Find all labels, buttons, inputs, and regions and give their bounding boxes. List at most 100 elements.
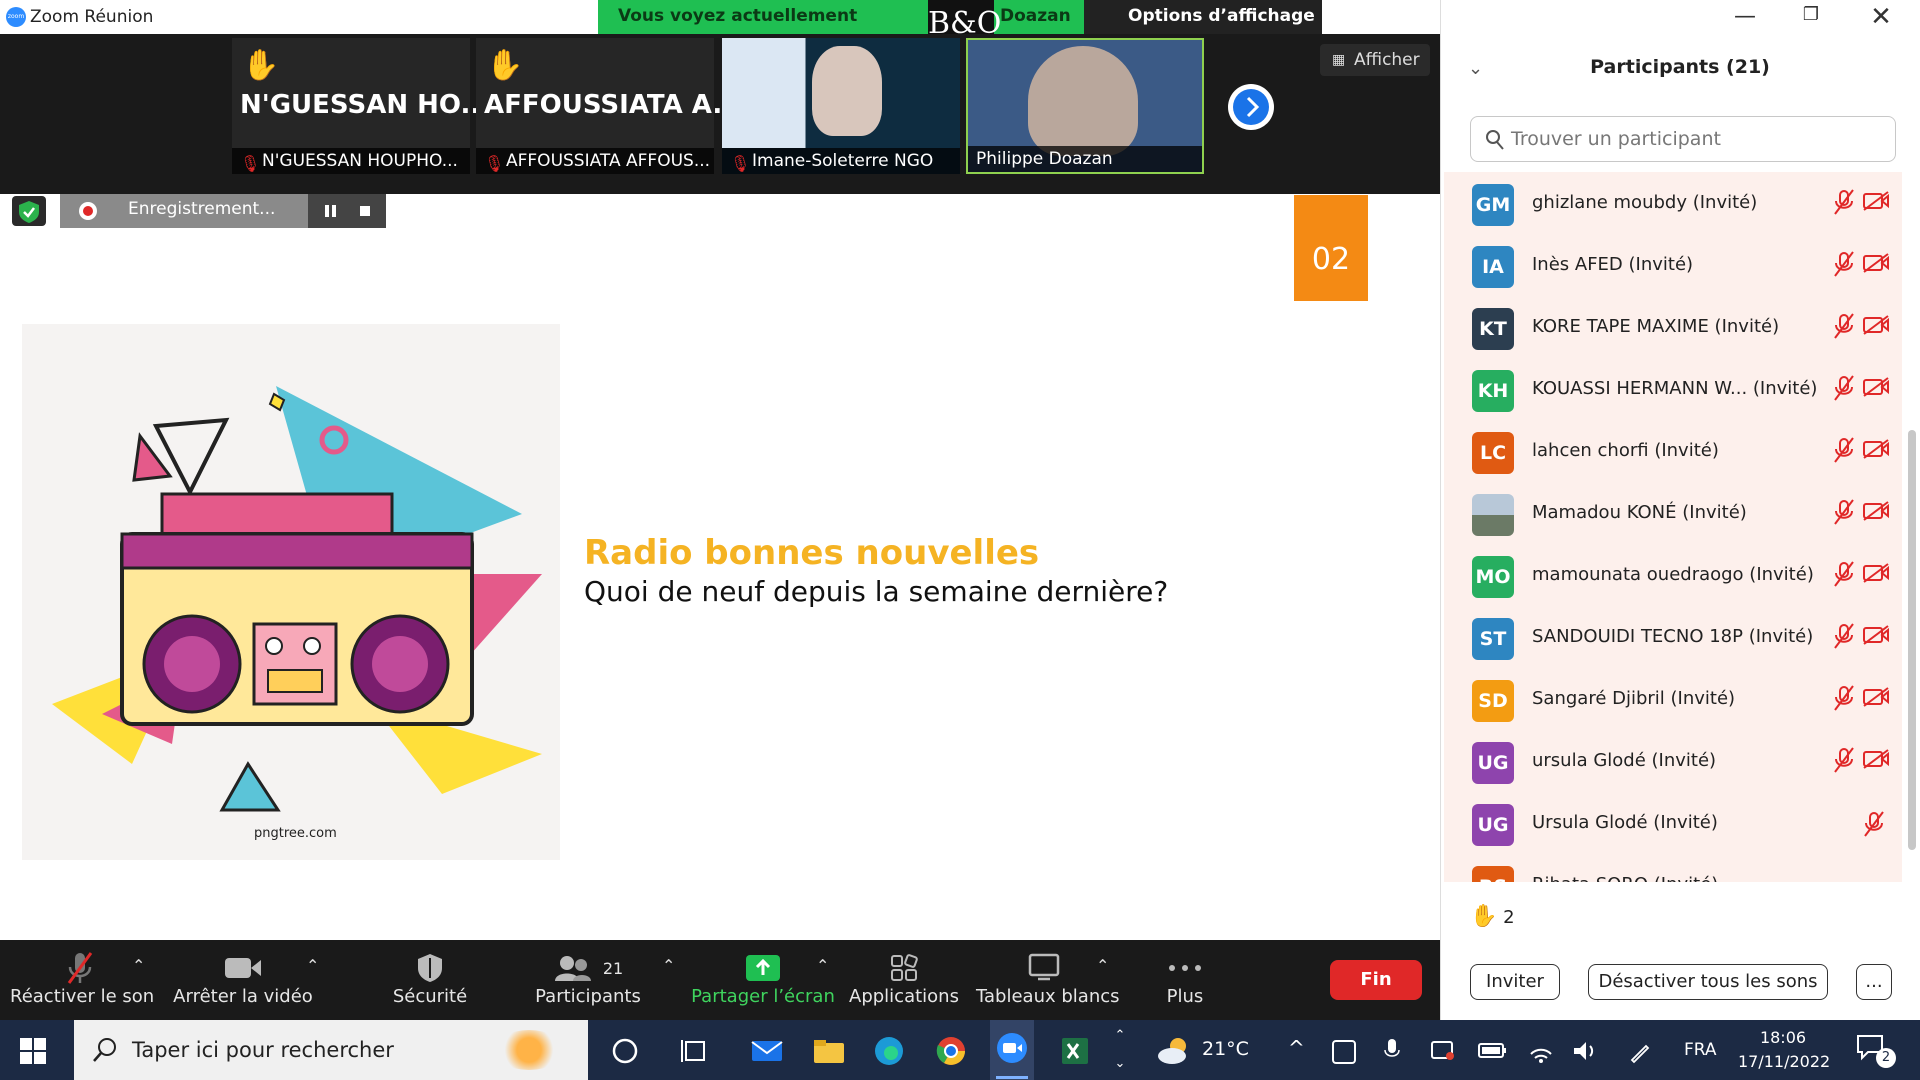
chrome-browser-icon[interactable] xyxy=(934,1034,968,1068)
chevron-up-icon[interactable]: ⌃ xyxy=(1108,1022,1132,1050)
chevron-up-icon[interactable]: ⌃ xyxy=(132,956,145,975)
participant-row[interactable]: ST SANDOUIDI TECNO 18P (Invité) xyxy=(1444,606,1902,668)
whiteboard-icon xyxy=(976,950,1112,986)
notification-center-button[interactable]: 2 xyxy=(1856,1034,1896,1070)
participant-row[interactable]: Mamadou KONÉ (Invité) xyxy=(1444,482,1902,544)
stop-recording-button[interactable] xyxy=(348,194,386,228)
cortana-icon[interactable] xyxy=(608,1034,642,1068)
video-tile-active-speaker[interactable]: Philippe Doazan xyxy=(966,38,1204,174)
participant-row[interactable]: RS Rihata SORO (Invité) xyxy=(1444,854,1902,882)
input-language[interactable]: FRA xyxy=(1684,1040,1717,1060)
security-button[interactable]: Sécurité xyxy=(380,950,480,1016)
windows-start-button[interactable] xyxy=(20,1038,46,1064)
chevron-up-icon[interactable]: ⌃ xyxy=(816,956,829,975)
avatar: ST xyxy=(1472,618,1514,660)
mic-muted-icon[interactable] xyxy=(1832,188,1856,216)
mic-muted-icon[interactable] xyxy=(1832,498,1856,526)
mic-muted-icon[interactable] xyxy=(1832,436,1856,464)
microphone-icon[interactable] xyxy=(1384,1038,1400,1064)
video-tile[interactable]: ✋ N'GUESSAN HO... 🎙 N'GUESSAN HOUPHO... xyxy=(232,38,490,174)
participant-row[interactable]: MO mamounata ouedraogo (Invité) xyxy=(1444,544,1902,606)
taskbar-search-input[interactable]: Taper ici pour rechercher xyxy=(74,1020,588,1080)
participant-row[interactable]: GM ghizlane moubdy (Invité) xyxy=(1444,172,1902,234)
wifi-icon[interactable] xyxy=(1528,1038,1554,1064)
invite-button[interactable]: Inviter xyxy=(1470,964,1560,1000)
video-tile[interactable]: 🎙 Imane-Soleterre NGO xyxy=(722,38,960,174)
task-view-icon[interactable] xyxy=(678,1034,712,1068)
mute-all-button[interactable]: Désactiver tous les sons xyxy=(1588,964,1828,1000)
taskbar-clock[interactable]: 18:06 17/11/2022 xyxy=(1738,1026,1830,1074)
weather-temperature[interactable]: 21°C xyxy=(1202,1038,1249,1060)
avatar-photo xyxy=(1472,494,1514,536)
mic-muted-icon[interactable] xyxy=(1832,374,1856,402)
taskbar-scroll-arrows[interactable]: ⌃ ⌄ xyxy=(1108,1022,1132,1078)
share-screen-icon xyxy=(690,950,836,986)
participant-row[interactable]: UG Ursula Glodé (Invité) xyxy=(1444,792,1902,854)
participant-name: Rihata SORO (Invité) xyxy=(1532,874,1718,882)
file-explorer-icon[interactable] xyxy=(812,1034,846,1068)
volume-icon[interactable] xyxy=(1572,1040,1598,1062)
participant-list-scrollbar[interactable] xyxy=(1908,430,1916,850)
participants-button[interactable]: 21 Participants xyxy=(528,950,648,1016)
participant-search-input[interactable]: Trouver un participant xyxy=(1470,116,1896,162)
show-gallery-label: Afficher xyxy=(1354,50,1420,70)
pen-icon[interactable] xyxy=(1628,1040,1652,1064)
mic-muted-icon[interactable] xyxy=(1832,560,1856,588)
chevron-up-icon[interactable]: ⌃ xyxy=(306,956,319,975)
participant-row[interactable]: KT KORE TAPE MAXIME (Invité) xyxy=(1444,296,1902,358)
pause-recording-button[interactable] xyxy=(308,194,348,228)
view-options-button[interactable]: Options d’affichage ⌄ xyxy=(1084,0,1322,57)
video-off-icon[interactable] xyxy=(1862,190,1890,212)
encryption-badge[interactable] xyxy=(12,196,46,226)
apps-label: Applications xyxy=(849,986,959,1007)
participant-row[interactable]: IA Inès AFED (Invité) xyxy=(1444,234,1902,296)
excel-app-icon[interactable] xyxy=(1058,1034,1092,1068)
video-off-icon[interactable] xyxy=(1862,314,1890,336)
video-off-icon[interactable] xyxy=(1862,748,1890,770)
zoom-taskbar-button[interactable] xyxy=(990,1020,1034,1080)
participant-row[interactable]: KH KOUASSI HERMANN W... (Invité) xyxy=(1444,358,1902,420)
more-options-button[interactable]: ... xyxy=(1856,964,1892,1000)
view-options-label: Options d’affichage xyxy=(1128,6,1315,26)
video-off-icon[interactable] xyxy=(1862,500,1890,522)
end-meeting-button[interactable]: Fin xyxy=(1330,960,1422,1000)
participant-row[interactable]: SD Sangaré Djibril (Invité) xyxy=(1444,668,1902,730)
video-off-icon[interactable] xyxy=(1862,624,1890,646)
chevron-up-icon[interactable]: ⌃ xyxy=(662,956,675,975)
mail-app-icon[interactable] xyxy=(750,1034,784,1068)
video-off-icon[interactable] xyxy=(1862,438,1890,460)
video-off-icon[interactable] xyxy=(1862,376,1890,398)
chevron-down-icon[interactable]: ⌄ xyxy=(1108,1050,1132,1078)
mic-muted-icon[interactable] xyxy=(1832,622,1856,650)
close-button[interactable]: ✕ xyxy=(1866,2,1896,32)
edge-browser-icon[interactable] xyxy=(872,1034,906,1068)
onedrive-icon[interactable] xyxy=(1430,1038,1456,1064)
show-gallery-button[interactable]: ▦ Afficher xyxy=(1320,44,1430,76)
meet-now-icon[interactable] xyxy=(1332,1040,1356,1064)
maximize-button[interactable]: ❐ xyxy=(1796,4,1826,30)
unmute-button[interactable]: Réactiver le son xyxy=(10,950,155,1016)
video-off-icon[interactable] xyxy=(1862,562,1890,584)
mic-muted-icon[interactable] xyxy=(1832,746,1856,774)
unmute-label: Réactiver le son xyxy=(10,986,155,1007)
video-off-icon[interactable] xyxy=(1862,686,1890,708)
mic-muted-icon[interactable] xyxy=(1832,684,1856,712)
participant-row[interactable]: LC lahcen chorfi (Invité) xyxy=(1444,420,1902,482)
video-tile[interactable]: ✋ AFFOUSSIATA A... 🎙 AFFOUSSIATA AFFOUS..… xyxy=(476,38,742,174)
whiteboards-button[interactable]: Tableaux blancs xyxy=(976,950,1120,1016)
minimize-button[interactable]: — xyxy=(1730,4,1760,30)
more-button[interactable]: Plus xyxy=(1150,950,1220,1016)
participant-row[interactable]: UG ursula Glodé (Invité) xyxy=(1444,730,1902,792)
chevron-up-icon[interactable]: ⌃ xyxy=(1096,956,1109,975)
battery-icon[interactable] xyxy=(1478,1042,1508,1060)
mic-muted-icon[interactable] xyxy=(1862,810,1886,838)
chevron-up-icon[interactable]: ^ xyxy=(1288,1036,1305,1060)
next-page-button[interactable] xyxy=(1228,84,1274,130)
apps-button[interactable]: Applications xyxy=(846,950,962,1016)
share-screen-button[interactable]: Partager l’écran xyxy=(690,950,836,1016)
mic-muted-icon[interactable] xyxy=(1832,250,1856,278)
video-off-icon[interactable] xyxy=(1862,252,1890,274)
stop-video-button[interactable]: Arrêter la vidéo xyxy=(168,950,318,1016)
weather-cloud-icon[interactable] xyxy=(1154,1034,1188,1068)
mic-muted-icon[interactable] xyxy=(1832,312,1856,340)
